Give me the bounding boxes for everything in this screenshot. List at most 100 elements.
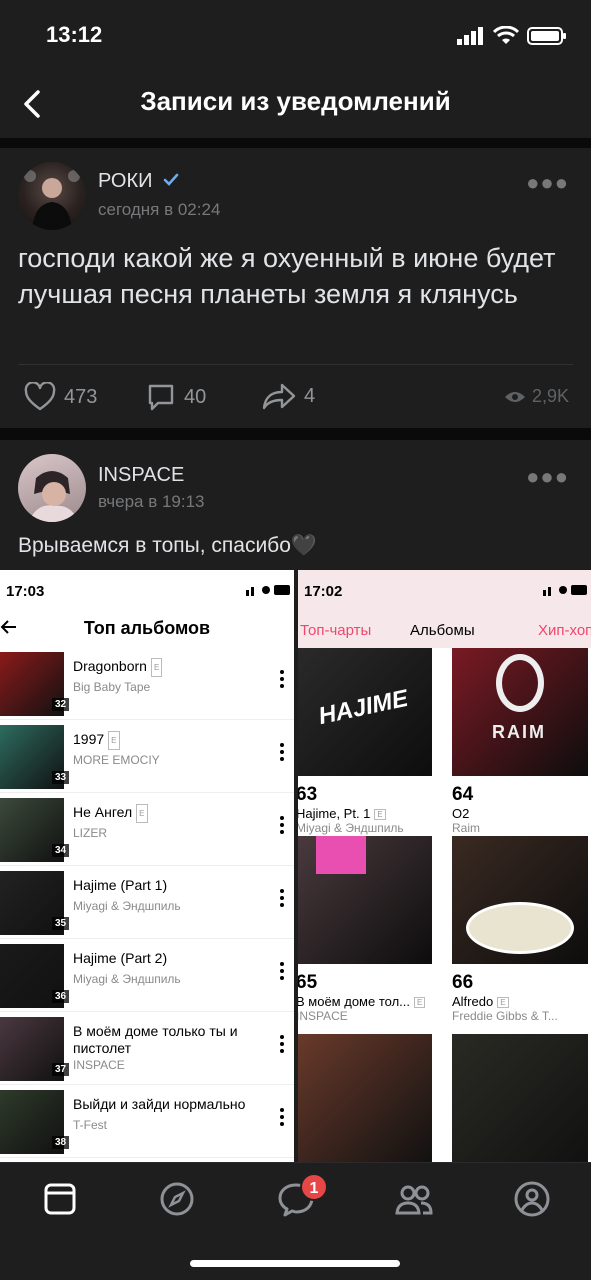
views-count: 2,9K: [504, 386, 569, 407]
explicit-badge: E: [108, 731, 120, 750]
category-tabs: Топ-чарты Альбомы Хип-хоп: [298, 610, 591, 648]
mini-status-bar: 17:02: [298, 570, 591, 612]
verified-icon: [163, 173, 179, 186]
home-indicator: [190, 1260, 400, 1267]
album-title: Alfredo E: [452, 994, 588, 1009]
post-text: Врываемся в топы, спасибо🖤: [18, 534, 318, 557]
explicit-badge: E: [150, 658, 163, 677]
comment-button[interactable]: 40: [146, 382, 206, 412]
album-artist: INSPACE: [73, 1058, 125, 1072]
album-title: Hajime (Part 2): [73, 950, 264, 967]
post-date: вчера в 19:13: [98, 492, 205, 511]
chart-position: 38: [52, 1136, 70, 1149]
discover-icon[interactable]: [157, 1179, 197, 1219]
album-artist: MORE EMOCIY: [73, 753, 160, 767]
album-title-text: Hajime, Pt. 1: [298, 806, 371, 821]
album-cover[interactable]: [298, 1034, 432, 1162]
album-row[interactable]: 36 Hajime (Part 2) Miyagi & Эндшпиль: [0, 940, 294, 1012]
cover-text: HAJIME: [316, 684, 411, 731]
more-vertical-icon[interactable]: [280, 1035, 284, 1053]
more-icon[interactable]: ●●●: [526, 170, 569, 196]
album-cover[interactable]: [452, 1034, 588, 1162]
status-indicators: [457, 26, 567, 46]
album-artist: LIZER: [73, 826, 108, 840]
avatar-image: [28, 471, 78, 522]
chart-position: 34: [52, 844, 70, 857]
album-card[interactable]: 65 В моём доме тол... E INSPACE: [298, 836, 432, 1023]
album-card[interactable]: 66 Alfredo E Freddie Gibbs & T...: [452, 836, 588, 1023]
post-date: сегодня в 02:24: [98, 200, 221, 219]
post-author[interactable]: РОКИ: [98, 170, 180, 193]
album-title-text: В моём доме только ты и пистолет: [73, 1023, 238, 1056]
battery-icon: [527, 27, 566, 45]
album-row[interactable]: 37 В моём доме только ты и пистолет INSPAC…: [0, 1013, 294, 1085]
album-row[interactable]: 32 Dragonborn E Big Baby Tape: [0, 648, 294, 720]
profile-icon[interactable]: [512, 1179, 552, 1219]
page-title: Записи из уведомлений: [140, 86, 451, 116]
feed-icon[interactable]: [40, 1179, 80, 1219]
attached-screenshot-top-albums[interactable]: 17:03 Топ альбомов 32 Dragonborn E Big Baby…: [0, 570, 294, 1162]
header: Записи из уведомлений: [0, 72, 591, 138]
album-title-text: Hajime (Part 2): [73, 950, 168, 966]
album-title-text: Dragonborn: [73, 658, 147, 675]
album-row[interactable]: 35 Hajime (Part 1) Miyagi & Эндшпиль: [0, 867, 294, 939]
tab-top-charts[interactable]: Топ-чарты: [300, 622, 371, 639]
share-icon: [262, 383, 296, 410]
album-row[interactable]: 38 Выйди и зайди нормально T-Fest: [0, 1086, 294, 1158]
album-cover: RAIM: [452, 648, 588, 776]
chart-position: 65: [298, 972, 318, 993]
eye-icon: [504, 391, 525, 402]
battery-icon: [246, 585, 290, 596]
album-artist: Miyagi & Эндшпиль: [73, 899, 181, 913]
heart-icon: [24, 382, 56, 411]
messages-badge: 1: [300, 1173, 328, 1201]
album-cover: [452, 836, 588, 964]
album-artist: INSPACE: [298, 1009, 348, 1023]
more-vertical-icon[interactable]: [280, 1108, 284, 1126]
cover-ring: [496, 654, 544, 712]
album-title-text: O2: [452, 806, 470, 821]
more-icon[interactable]: ●●●: [526, 464, 569, 490]
album-title: O2: [452, 806, 588, 821]
avatar[interactable]: [18, 454, 86, 522]
album-title: Выйди и зайди нормально: [73, 1096, 264, 1113]
explicit-badge: E: [374, 809, 386, 821]
album-title-text: Выйди и зайди нормально: [73, 1096, 246, 1112]
friends-icon[interactable]: [394, 1179, 434, 1219]
album-cover: [298, 836, 432, 964]
more-vertical-icon[interactable]: [280, 743, 284, 761]
post-author[interactable]: INSPACE: [98, 464, 184, 487]
album-title: Hajime, Pt. 1E: [298, 806, 432, 821]
cover-window: [316, 836, 366, 874]
avatar[interactable]: [18, 162, 86, 230]
tab-albums[interactable]: Альбомы: [410, 622, 475, 639]
more-vertical-icon[interactable]: [280, 962, 284, 980]
album-card[interactable]: RAIM 64 O2 Raim: [452, 648, 588, 835]
attached-screenshot-albums-grid[interactable]: 17:02 Топ-чарты Альбомы Хип-хоп HAJIME 63…: [298, 570, 591, 1162]
chart-position: 64: [452, 784, 474, 805]
post-text: господи какой же я охуенный в июне будет…: [18, 243, 556, 309]
album-title-text: 1997: [73, 731, 105, 748]
more-vertical-icon[interactable]: [280, 670, 284, 688]
album-artist: Miyagi & Эндшпиль: [298, 821, 404, 835]
explicit-badge: E: [136, 804, 148, 823]
album-title: В моём доме тол... E: [298, 994, 432, 1009]
explicit-badge: E: [497, 997, 509, 1009]
comment-icon: [148, 384, 174, 411]
album-artist: Big Baby Tape: [73, 680, 151, 694]
mini-status-bar: 17:03: [0, 570, 294, 612]
more-vertical-icon[interactable]: [280, 816, 284, 834]
album-artist: Freddie Gibbs & T...: [452, 1009, 558, 1023]
tab-hiphop[interactable]: Хип-хоп: [538, 622, 591, 639]
back-arrow-icon[interactable]: [0, 618, 18, 636]
mini-header: Топ альбомов: [0, 612, 294, 652]
post-roki: РОКИ сегодня в 02:24 ●●● господи какой ж…: [0, 148, 591, 428]
like-button[interactable]: 473: [24, 382, 97, 412]
share-button[interactable]: 4: [262, 382, 315, 410]
album-row[interactable]: 33 1997 E MORE EMOCIY: [0, 721, 294, 793]
chart-position: 35: [52, 917, 70, 930]
album-card[interactable]: HAJIME 63 Hajime, Pt. 1 E Miyagi & Эндшпиль: [298, 648, 432, 835]
more-vertical-icon[interactable]: [280, 889, 284, 907]
explicit-badge: E: [414, 997, 426, 1009]
album-row[interactable]: 34 Не Ангел E LIZER: [0, 794, 294, 866]
